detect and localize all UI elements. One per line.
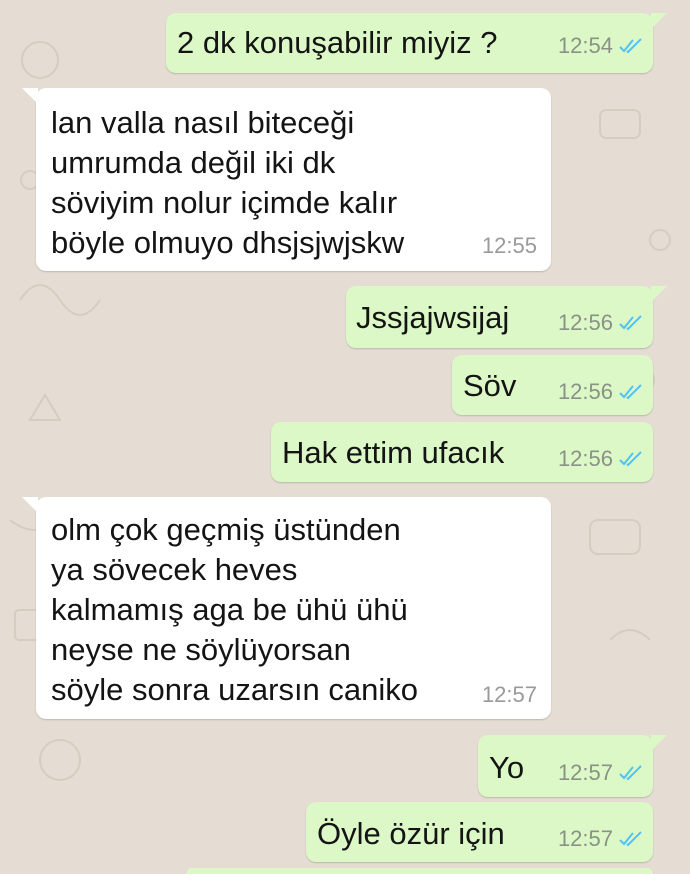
message-meta: 12:57 [558,760,643,786]
message-time: 12:56 [557,310,613,335]
incoming-message[interactable]: lan valla nasıl biteceği umrumda değil i… [22,88,551,271]
message-text: 2 dk konuşabilir miyiz ? [177,25,498,60]
message-time: 12:56 [557,379,613,404]
message-time: 12:55 [481,233,537,258]
message-time: 12:57 [481,682,537,707]
message-meta: 12:56 [558,310,643,336]
message-time: 12:56 [557,446,613,471]
read-double-check-icon [619,765,642,781]
message-meta: 12:57 [558,826,643,852]
message-time: 12:57 [557,760,613,785]
bubble-tail [22,497,38,513]
message-text: Söv [463,368,517,403]
message-text: Yo [489,750,525,785]
read-double-check-icon [619,831,642,847]
message-text: olm çok geçmiş üstünden ya sövecek heves… [51,512,419,707]
outgoing-message[interactable]: Hak ettim ufacık 12:56 [271,422,653,482]
message-text: Jssjajwsijaj [356,300,510,335]
message-meta: 12:57 [482,682,537,708]
outgoing-message[interactable]: Jssjajwsijaj 12:56 [346,286,667,348]
outgoing-message-partial[interactable] [186,868,653,874]
message-time: 12:57 [557,826,613,851]
message-meta: 12:56 [558,446,643,472]
bubble-tail [651,286,667,302]
outgoing-message[interactable]: Öyle özür için 12:57 [306,802,653,862]
message-time: 12:54 [557,33,613,58]
outgoing-message[interactable]: Yo 12:57 [478,735,667,797]
message-meta: 12:55 [482,233,537,259]
message-meta: 12:54 [558,33,643,59]
read-double-check-icon [619,315,642,331]
message-meta: 12:56 [558,379,643,405]
read-double-check-icon [619,38,642,54]
read-double-check-icon [619,384,642,400]
bubble-tail [22,88,38,104]
message-text: Hak ettim ufacık [282,435,505,470]
read-double-check-icon [619,451,642,467]
bubble-tail [651,13,667,29]
incoming-message[interactable]: olm çok geçmiş üstünden ya sövecek heves… [22,497,551,719]
message-text: Öyle özür için [317,816,505,851]
outgoing-message[interactable]: 2 dk konuşabilir miyiz ? 12:54 [166,13,667,73]
message-text: lan valla nasıl biteceği umrumda değil i… [51,105,405,260]
bubble-tail [651,735,667,751]
outgoing-message[interactable]: Söv 12:56 [452,355,653,415]
